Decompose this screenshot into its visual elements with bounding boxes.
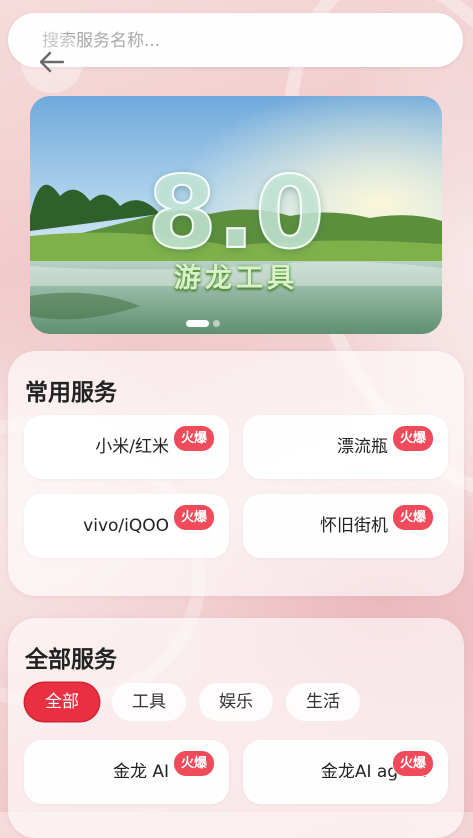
service-tile-vivo[interactable]: vivo/iQOO 火爆 <box>24 494 229 558</box>
tab-all[interactable]: 全部 <box>25 683 99 721</box>
common-services-card: 常用服务 小米/红米 火爆 漂流瓶 火爆 vivo/iQOO 火爆 怀旧街机 火… <box>8 351 464 596</box>
service-label: 漂流瓶 <box>337 437 388 457</box>
hot-badge: 火爆 <box>391 504 434 531</box>
banner-pagination <box>186 320 220 327</box>
service-label: 金龙 AI <box>112 762 169 782</box>
banner-version-text: 8.0 <box>146 154 325 271</box>
banner-title: 游龙工具 <box>174 263 298 294</box>
service-tile-xiaomi[interactable]: 小米/红米 火爆 <box>24 415 229 479</box>
tab-entertainment[interactable]: 娱乐 <box>199 683 273 721</box>
back-button[interactable] <box>21 31 83 93</box>
pagination-dot[interactable] <box>213 320 220 327</box>
service-tile-jinlong-ai[interactable]: 金龙 AI 火爆 <box>24 740 229 804</box>
all-services-card: 全部服务 <box>8 618 464 838</box>
common-services-title: 常用服务 <box>25 380 117 406</box>
promo-banner[interactable]: 8.0 游龙工具 <box>30 96 442 334</box>
service-tile-jinlong-ai-agent[interactable]: 金龙AI agent 火爆 <box>243 740 448 804</box>
service-label: 怀旧街机 <box>320 516 388 536</box>
tab-life[interactable]: 生活 <box>286 683 360 721</box>
hot-badge: 火爆 <box>172 504 215 531</box>
hot-badge: 火爆 <box>172 425 215 452</box>
pagination-dot-active[interactable] <box>186 320 209 327</box>
arrow-left-icon <box>39 51 65 73</box>
service-label: vivo/iQOO <box>83 516 169 536</box>
tab-tools[interactable]: 工具 <box>112 683 186 721</box>
search-input[interactable] <box>40 13 444 69</box>
hot-badge: 火爆 <box>391 425 434 452</box>
service-label: 小米/红米 <box>95 437 169 457</box>
service-tile-drift-bottle[interactable]: 漂流瓶 火爆 <box>243 415 448 479</box>
all-services-title: 全部服务 <box>25 647 117 673</box>
hot-badge: 火爆 <box>391 750 434 777</box>
hot-badge: 火爆 <box>172 750 215 777</box>
service-tile-retro-arcade[interactable]: 怀旧街机 火爆 <box>243 494 448 558</box>
